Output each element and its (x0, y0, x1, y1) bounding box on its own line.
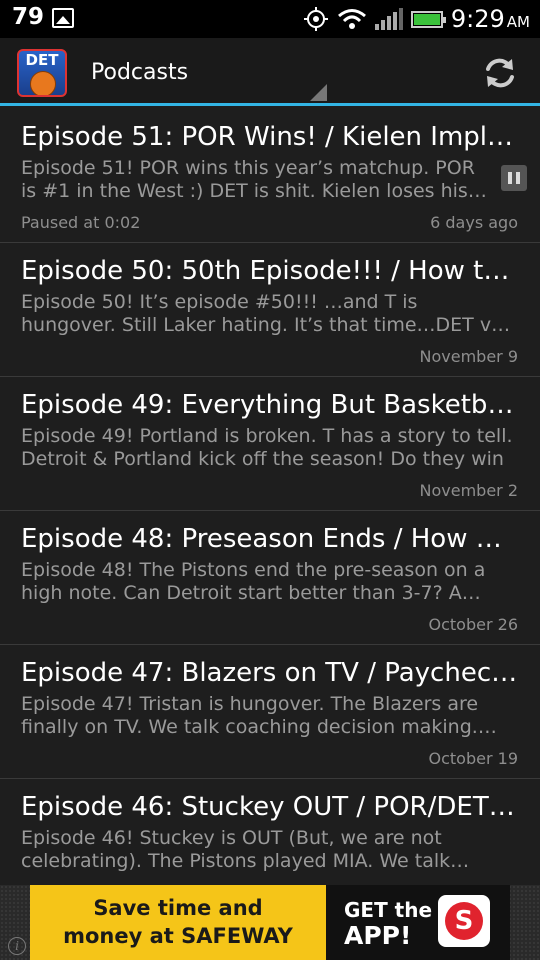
episode-date: October 26 (428, 615, 518, 634)
episode-description: Episode 46! Stuckey is OUT (But, we are … (21, 827, 451, 872)
clock: 9:29 AM (450, 5, 530, 33)
list-item[interactable]: Episode 50: 50th Episode!!! / How to Let… (0, 243, 540, 377)
gps-icon (303, 7, 328, 31)
image-icon (52, 8, 74, 28)
ad-headline: Save time and money at SAFEWAY (30, 885, 326, 960)
signal-icon (374, 8, 403, 30)
dropdown-indicator-icon[interactable] (310, 84, 327, 101)
episode-date: November 9 (419, 347, 519, 366)
list-item[interactable]: Episode 49: Everything But Basketball / … (0, 377, 540, 511)
app-icon[interactable]: DET (17, 49, 67, 97)
ad-line-1: Save time and (93, 896, 263, 920)
ad-banner-area: Save time and money at SAFEWAY GET the A… (0, 885, 540, 960)
episode-title: Episode 49: Everything But Basketball / … (21, 390, 518, 420)
episode-description: Episode 48! The Pistons end the pre-seas… (21, 559, 486, 604)
wifi-icon (337, 9, 366, 29)
notification-count: 79 (12, 4, 45, 30)
battery-icon (410, 10, 446, 28)
list-item[interactable]: Episode 51: POR Wins! / Kielen Implodes … (0, 109, 540, 243)
episode-title: Episode 48: Preseason Ends / How Much Lo… (21, 524, 518, 554)
episode-title: Episode 50: 50th Episode!!! / How to Let… (21, 256, 518, 286)
episode-description: Episode 50! It’s episode #50!!! …and T i… (21, 291, 501, 336)
ad-line-2: money at SAFEWAY (63, 924, 293, 948)
list-item[interactable]: Episode 46: Stuckey OUT / POR/DET Presea… (0, 779, 540, 885)
ad-banner[interactable]: Save time and money at SAFEWAY GET the A… (30, 885, 510, 960)
episode-description: Episode 47! Tristan is hungover. The Bla… (21, 693, 479, 738)
pause-icon[interactable] (501, 165, 527, 191)
episode-date: November 2 (419, 481, 519, 500)
action-bar: DET Podcasts (0, 38, 540, 106)
ad-cta-line-2: APP! (344, 921, 412, 950)
safeway-logo-icon: S (438, 895, 490, 947)
episode-description: Episode 51! POR wins this year’s matchup… (21, 157, 475, 202)
episode-title: Episode 46: Stuckey OUT / POR/DET Presea… (21, 792, 518, 822)
list-item[interactable]: Episode 48: Preseason Ends / How Much Lo… (0, 511, 540, 645)
episode-title: Episode 51: POR Wins! / Kielen Implodes (21, 122, 518, 152)
info-icon[interactable]: i (8, 937, 26, 955)
list-item[interactable]: Episode 47: Blazers on TV / Paycheck vs … (0, 645, 540, 779)
basketball-icon (30, 71, 56, 95)
page-title[interactable]: Podcasts (91, 60, 188, 85)
ad-cta: GET the APP! S (326, 885, 510, 960)
status-bar: 79 9:29 AM (0, 0, 540, 38)
episode-date: 6 days ago (430, 213, 518, 232)
action-bar-divider (0, 103, 540, 106)
refresh-icon[interactable] (482, 55, 518, 91)
episode-list[interactable]: Episode 51: POR Wins! / Kielen Implodes … (0, 109, 540, 885)
episode-date: October 19 (428, 749, 518, 768)
app-icon-label: DET (25, 51, 59, 69)
episode-title: Episode 47: Blazers on TV / Paycheck vs … (21, 658, 518, 688)
playback-status: Paused at 0:02 (21, 213, 141, 232)
episode-description: Episode 49! Portland is broken. T has a … (21, 425, 513, 470)
ad-cta-line-1: GET the (344, 898, 433, 922)
